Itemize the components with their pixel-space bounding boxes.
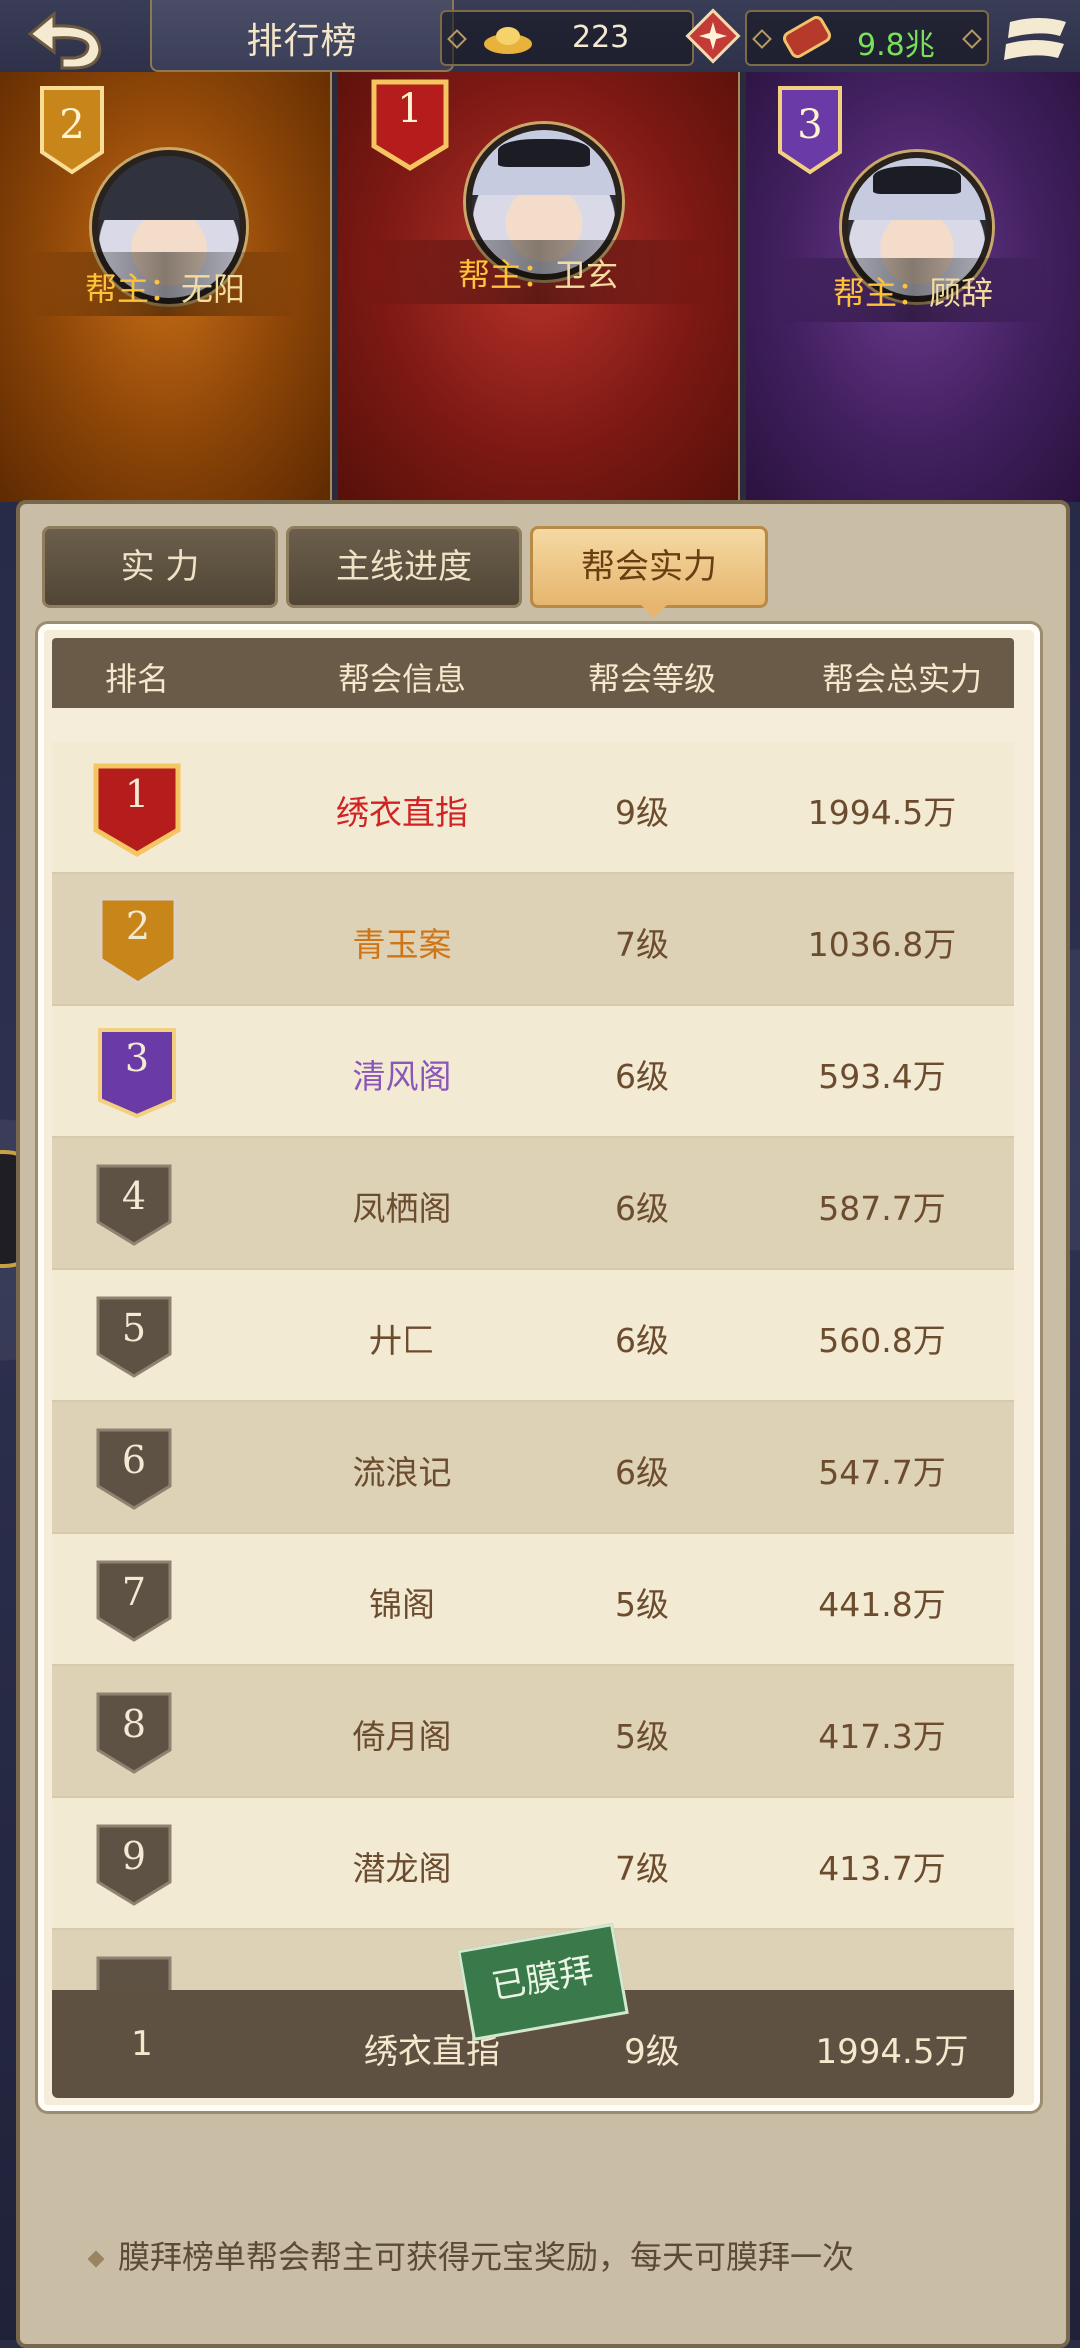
table-row[interactable]: 9 潜龙阁 7级 413.7万	[52, 1798, 1014, 1930]
gold-amount: 223	[572, 20, 630, 55]
gold-ingot-icon	[484, 27, 532, 54]
avatar-hair	[98, 156, 240, 220]
ranking-panel: 实 力 主线进度 帮会实力 排名 帮会信息 帮会等级 帮会总实力 1 绣衣直指 …	[16, 500, 1070, 2348]
rank-number: 7	[121, 1570, 147, 1614]
table-row[interactable]: 1 绣衣直指 9级 1994.5万	[52, 742, 1014, 874]
rank-number: 6	[121, 1438, 147, 1482]
rank-number: 1	[397, 86, 423, 132]
guild-power: 1036.8万	[807, 925, 957, 964]
guild-power: 441.8万	[818, 1585, 946, 1624]
guild-level: 7级	[615, 925, 669, 964]
table-row[interactable]: 3 清风阁 6级 593.4万	[52, 1006, 1014, 1138]
my-guild-power: 1994.5万	[815, 2032, 969, 2072]
guild-power: 417.3万	[818, 1717, 946, 1756]
guild-name[interactable]: 潜龙阁	[252, 1842, 552, 1890]
guild-level: 6级	[615, 1057, 669, 1096]
table-row[interactable]: 5 廾匚 6级 560.8万	[52, 1270, 1014, 1402]
header-guild-info: 帮会信息	[337, 660, 466, 698]
podium-third: 3 帮主：顾辞	[746, 72, 1080, 502]
guild-name[interactable]: 锦阁	[252, 1578, 552, 1626]
guild-name[interactable]: 绣衣直指	[252, 786, 552, 834]
guild-power: 560.8万	[818, 1321, 946, 1360]
table-header: 排名 帮会信息 帮会等级 帮会总实力	[52, 638, 1014, 708]
guild-level: 9级	[615, 793, 669, 832]
guild-level: 7级	[615, 1849, 669, 1888]
rank-number: 3	[797, 102, 823, 148]
guild-level: 6级	[615, 1321, 669, 1360]
avatar-hat	[872, 166, 962, 194]
back-arrow-icon[interactable]	[18, 6, 110, 72]
guild-name[interactable]: 廾匚	[252, 1314, 552, 1362]
note-bullet-icon	[87, 2250, 105, 2268]
page-title: 排行榜	[246, 21, 358, 62]
my-guild-level: 9级	[624, 2032, 680, 2072]
leader-prefix: 帮主：	[832, 274, 929, 312]
rank-number: 5	[121, 1306, 147, 1350]
rank-number: 1	[124, 772, 150, 816]
guild-level: 5级	[615, 1585, 669, 1624]
avatar-hat	[497, 138, 591, 168]
pill-ornament	[752, 29, 772, 49]
guild-leader-label: 帮主：无阳	[0, 264, 330, 310]
rank-number: 4	[121, 1174, 147, 1218]
menu-scroll-icon[interactable]	[1000, 14, 1070, 64]
header-rank: 排名	[104, 660, 169, 698]
guild-ranking-table[interactable]: 排名 帮会信息 帮会等级 帮会总实力 1 绣衣直指 9级 1994.5万 2 青…	[38, 624, 1040, 2111]
guild-name[interactable]: 倚月阁	[252, 1710, 552, 1758]
power-amount: 9.8兆	[857, 28, 935, 63]
guild-name[interactable]: 流浪记	[252, 1446, 552, 1494]
note-text: 膜拜榜单帮会帮主可获得元宝奖励，每天可膜拜一次	[118, 2238, 855, 2276]
top-bar: 排行榜 223 9.8兆	[0, 0, 1080, 81]
table-row[interactable]: 7 锦阁 5级 441.8万	[52, 1534, 1014, 1666]
rank-number: 2	[59, 102, 85, 148]
header-guild-level: 帮会等级	[587, 660, 716, 698]
table-row[interactable]: 6 流浪记 6级 547.7万	[52, 1402, 1014, 1534]
leader-prefix: 帮主：	[84, 270, 181, 308]
guild-power: 1994.5万	[807, 793, 957, 832]
title-tab: 排行榜	[150, 0, 454, 72]
guild-power: 413.7万	[818, 1849, 946, 1888]
pill-ornament	[447, 29, 467, 49]
rank-number: 9	[121, 1834, 147, 1878]
guild-name[interactable]: 清风阁	[252, 1050, 552, 1098]
tab-main-progress[interactable]: 主线进度	[286, 526, 522, 608]
guild-leader-label: 帮主：卫玄	[338, 250, 738, 296]
scroll-icon	[783, 15, 831, 59]
leader-name: 无阳	[181, 270, 246, 308]
rank-number: 8	[121, 1702, 147, 1746]
guild-name[interactable]: 青玉案	[252, 918, 552, 966]
guild-level: 6级	[615, 1189, 669, 1228]
guild-name[interactable]: 凤栖阁	[252, 1182, 552, 1230]
active-tab-pointer	[640, 604, 668, 618]
my-guild-rank: 1	[131, 2024, 153, 2064]
tab-guild-strength[interactable]: 帮会实力	[530, 526, 768, 608]
tab-strength[interactable]: 实 力	[42, 526, 278, 608]
guild-level: 6级	[615, 1453, 669, 1492]
podium-first: 1 帮主：卫玄	[338, 72, 738, 502]
leader-name: 顾辞	[929, 274, 994, 312]
table-row[interactable]: 2 青玉案 7级 1036.8万	[52, 874, 1014, 1006]
add-currency-icon[interactable]	[685, 8, 741, 64]
leader-name: 卫玄	[554, 256, 619, 294]
guild-power: 587.7万	[818, 1189, 946, 1228]
guild-leader-label: 帮主：顾辞	[746, 268, 1080, 314]
table-row[interactable]: 8 倚月阁 5级 417.3万	[52, 1666, 1014, 1798]
guild-level: 5级	[615, 1717, 669, 1756]
guild-power: 547.7万	[818, 1453, 946, 1492]
gold-currency-pill: 223	[440, 10, 694, 66]
table-row[interactable]: 4 凤栖阁 6级 587.7万	[52, 1138, 1014, 1270]
leader-prefix: 帮主：	[457, 256, 554, 294]
pill-ornament	[962, 29, 982, 49]
worship-note: 膜拜榜单帮会帮主可获得元宝奖励，每天可膜拜一次	[87, 2232, 1040, 2278]
rank-number: 3	[124, 1036, 150, 1080]
my-guild-name: 绣衣直指	[364, 2032, 500, 2072]
guild-power: 593.4万	[818, 1057, 946, 1096]
podium-second: 2 帮主：无阳	[0, 72, 330, 502]
header-guild-power: 帮会总实力	[821, 660, 982, 698]
rank-number: 2	[125, 904, 151, 948]
